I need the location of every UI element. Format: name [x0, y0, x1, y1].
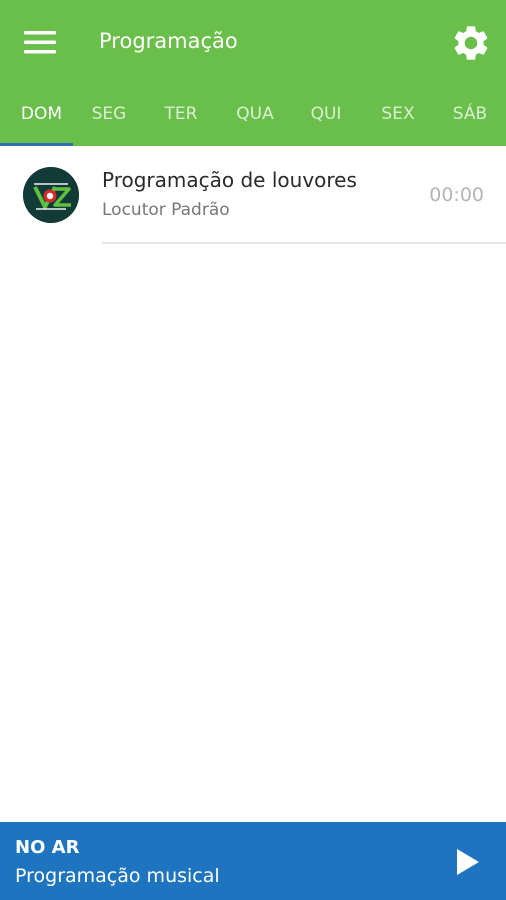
page-title: Programação	[99, 29, 238, 53]
station-logo-icon	[23, 167, 79, 223]
settings-button[interactable]	[446, 18, 496, 68]
on-air-label: NO AR	[15, 837, 80, 858]
app-screen: Programação DOM SEG TER QUA QUI SEX SÁB	[0, 0, 506, 900]
now-playing-bar[interactable]: NO AR Programação musical	[0, 822, 506, 900]
tab-ter[interactable]: TER	[145, 82, 217, 146]
now-playing-program: Programação musical	[15, 865, 220, 887]
play-button[interactable]	[446, 840, 490, 884]
menu-button[interactable]	[16, 22, 64, 62]
gear-icon	[454, 26, 488, 60]
app-bar: Programação DOM SEG TER QUA QUI SEX SÁB	[0, 0, 506, 146]
hamburger-menu-icon	[24, 31, 56, 54]
tab-sab[interactable]: SÁB	[434, 82, 506, 146]
tab-sex[interactable]: SEX	[362, 82, 434, 146]
day-tabs: DOM SEG TER QUA QUI SEX SÁB	[0, 82, 506, 146]
list-item[interactable]: Programação de louvores Locutor Padrão 0…	[0, 146, 506, 244]
tab-qua[interactable]: QUA	[219, 82, 291, 146]
list-divider	[102, 242, 506, 244]
tab-qui[interactable]: QUI	[290, 82, 362, 146]
toolbar: Programação	[0, 0, 506, 82]
tab-seg[interactable]: SEG	[73, 82, 145, 146]
tab-dom[interactable]: DOM	[0, 82, 83, 146]
program-title: Programação de louvores	[102, 168, 357, 192]
play-icon	[457, 849, 479, 875]
program-time: 00:00	[429, 184, 484, 206]
program-host: Locutor Padrão	[102, 200, 230, 220]
